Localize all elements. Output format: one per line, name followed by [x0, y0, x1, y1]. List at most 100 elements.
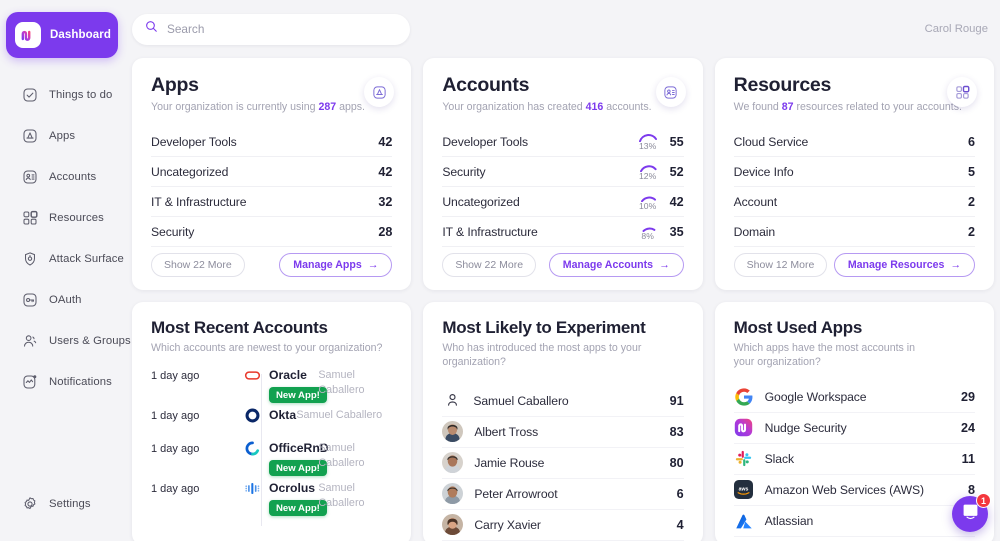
sidebar-item-label: Settings	[49, 498, 91, 510]
stats-cards-row: Apps Your organization is currently usin…	[128, 58, 1000, 290]
row-value: 52	[670, 165, 684, 179]
resources-card: Resources We found 87 resources related …	[715, 58, 994, 290]
sidebar: Dashboard Things to do	[0, 0, 128, 541]
row-value: 6	[968, 135, 975, 149]
user-name[interactable]: Carol Rouge	[925, 23, 988, 35]
row-value: 8	[968, 483, 975, 497]
show-more-button[interactable]: Show 22 More	[151, 253, 245, 277]
dashboard-page: Dashboard Things to do	[0, 0, 1000, 541]
sidebar-item-oauth[interactable]: OAuth	[0, 279, 128, 320]
table-row[interactable]: Uncategorized 42	[151, 157, 392, 187]
list-item[interactable]: aws Amazon Web Services (AWS) 8	[734, 475, 975, 506]
sidebar-item-things-to-do[interactable]: Things to do	[0, 74, 128, 115]
sidebar-item-label: Accounts	[49, 171, 96, 183]
app-name: Amazon Web Services (AWS)	[765, 483, 957, 497]
list-item[interactable]: Slack 11	[734, 444, 975, 475]
sidebar-item-dashboard[interactable]: Dashboard	[6, 12, 118, 58]
sidebar-item-label: Notifications	[49, 376, 112, 388]
avatar	[442, 514, 463, 535]
table-row[interactable]: Uncategorized 10% 42	[442, 187, 683, 217]
list-item[interactable]: 1 day ago Ocrolus	[151, 479, 392, 516]
table-row[interactable]: Security 28	[151, 217, 392, 247]
person-name: Samuel Caballero	[473, 394, 658, 408]
person-name: Albert Tross	[474, 425, 658, 439]
manage-apps-button[interactable]: Manage Apps →	[279, 253, 392, 277]
table-row[interactable]: Security 12% 52	[442, 157, 683, 187]
row-value: 83	[670, 425, 684, 439]
table-row[interactable]: Developer Tools 13% 55	[442, 127, 683, 157]
list-item[interactable]: Peter Arrowroot 6	[442, 479, 683, 510]
row-label: Account	[734, 195, 968, 209]
list-item[interactable]: Jamie Rouse 80	[442, 448, 683, 479]
app-name: Oracle	[269, 368, 307, 382]
card-title: Most Used Apps	[734, 318, 975, 338]
sidebar-item-apps[interactable]: Apps	[0, 115, 128, 156]
row-value: 80	[670, 456, 684, 470]
intercom-launcher-button[interactable]: 1	[952, 496, 988, 532]
sidebar-item-notifications[interactable]: Notifications	[0, 361, 128, 402]
top-bar: Search Carol Rouge	[128, 0, 1000, 58]
list-item[interactable]: Albert Tross 83	[442, 417, 683, 448]
card-title: Most Recent Accounts	[151, 318, 392, 338]
percent-label: 13%	[639, 141, 656, 151]
most-used-apps-card: Most Used Apps Which apps have the most …	[715, 302, 994, 541]
list-item[interactable]: Nudge Security 24	[734, 413, 975, 444]
subtitle-text-after: accounts.	[603, 101, 651, 113]
row-label: Developer Tools	[151, 135, 378, 149]
app-info: Oracle New App! Samuel Caballero	[261, 366, 392, 403]
row-value: 2	[968, 195, 975, 209]
accounts-card: Accounts Your organization has created 4…	[423, 58, 702, 290]
person-name: Peter Arrowroot	[474, 487, 665, 501]
row-value: 42	[378, 135, 392, 149]
card-subtitle: Which apps have the most accounts in you…	[734, 341, 929, 370]
list-item[interactable]: Google Workspace 29	[734, 382, 975, 413]
sidebar-item-resources[interactable]: Resources	[0, 197, 128, 238]
table-row[interactable]: Account 2	[734, 187, 975, 217]
table-row[interactable]: Developer Tools 42	[151, 127, 392, 157]
list-item[interactable]: 1 day ago Okta Samuel Caballero	[151, 406, 392, 436]
list-item[interactable]: Samuel Caballero 91	[442, 386, 683, 417]
row-value: 55	[670, 135, 684, 149]
sidebar-item-label: OAuth	[49, 294, 82, 306]
sidebar-item-attack-surface[interactable]: Attack Surface	[0, 238, 128, 279]
subtitle-count: 416	[586, 101, 604, 113]
manage-accounts-button[interactable]: Manage Accounts →	[549, 253, 684, 277]
row-percent: 12%	[637, 163, 659, 181]
list-item[interactable]: Atlassian	[734, 506, 975, 537]
sidebar-item-settings[interactable]: Settings	[0, 483, 91, 524]
list-item[interactable]: 1 day ago Oracle New App! Samuel Caballe…	[151, 366, 392, 403]
arrow-right-icon: →	[368, 259, 379, 271]
card-subtitle: Your organization has created 416 accoun…	[442, 100, 683, 114]
table-row[interactable]: Domain 2	[734, 217, 975, 247]
table-row[interactable]: IT & Infrastructure 32	[151, 187, 392, 217]
detail-cards-row: Most Recent Accounts Which accounts are …	[128, 302, 1000, 541]
key-icon	[21, 291, 38, 308]
list-item[interactable]: 1 day ago OfficeRnD New App! Samuel Caba…	[151, 439, 392, 476]
card-actions: Show 12 More Manage Resources →	[734, 253, 975, 277]
sidebar-item-label: Dashboard	[50, 29, 111, 41]
card-title: Resources	[734, 74, 975, 97]
row-value: 91	[670, 394, 684, 408]
table-row[interactable]: IT & Infrastructure 8% 35	[442, 217, 683, 247]
apps-card: Apps Your organization is currently usin…	[132, 58, 411, 290]
sidebar-item-accounts[interactable]: Accounts	[0, 156, 128, 197]
person-placeholder-icon	[442, 391, 462, 411]
account-user: Samuel Caballero	[318, 368, 392, 397]
show-more-button[interactable]: Show 22 More	[442, 253, 536, 277]
row-value: 29	[961, 390, 975, 404]
app-info: OfficeRnD New App! Samuel Caballero	[261, 439, 392, 476]
app-name: Google Workspace	[765, 390, 950, 404]
search-input[interactable]: Search	[132, 14, 410, 45]
manage-resources-button[interactable]: Manage Resources →	[834, 253, 975, 277]
check-square-icon	[21, 86, 38, 103]
person-name: Carry Xavier	[474, 518, 665, 532]
sidebar-item-label: Apps	[49, 130, 75, 142]
sidebar-item-users-groups[interactable]: Users & Groups	[0, 320, 128, 361]
table-row[interactable]: Device Info 5	[734, 157, 975, 187]
timestamp: 1 day ago	[151, 479, 243, 495]
table-row[interactable]: Cloud Service 6	[734, 127, 975, 157]
list-item[interactable]: Carry Xavier 4	[442, 510, 683, 541]
show-more-button[interactable]: Show 12 More	[734, 253, 828, 277]
button-label: Manage Apps	[293, 259, 361, 271]
percent-label: 10%	[639, 201, 656, 211]
